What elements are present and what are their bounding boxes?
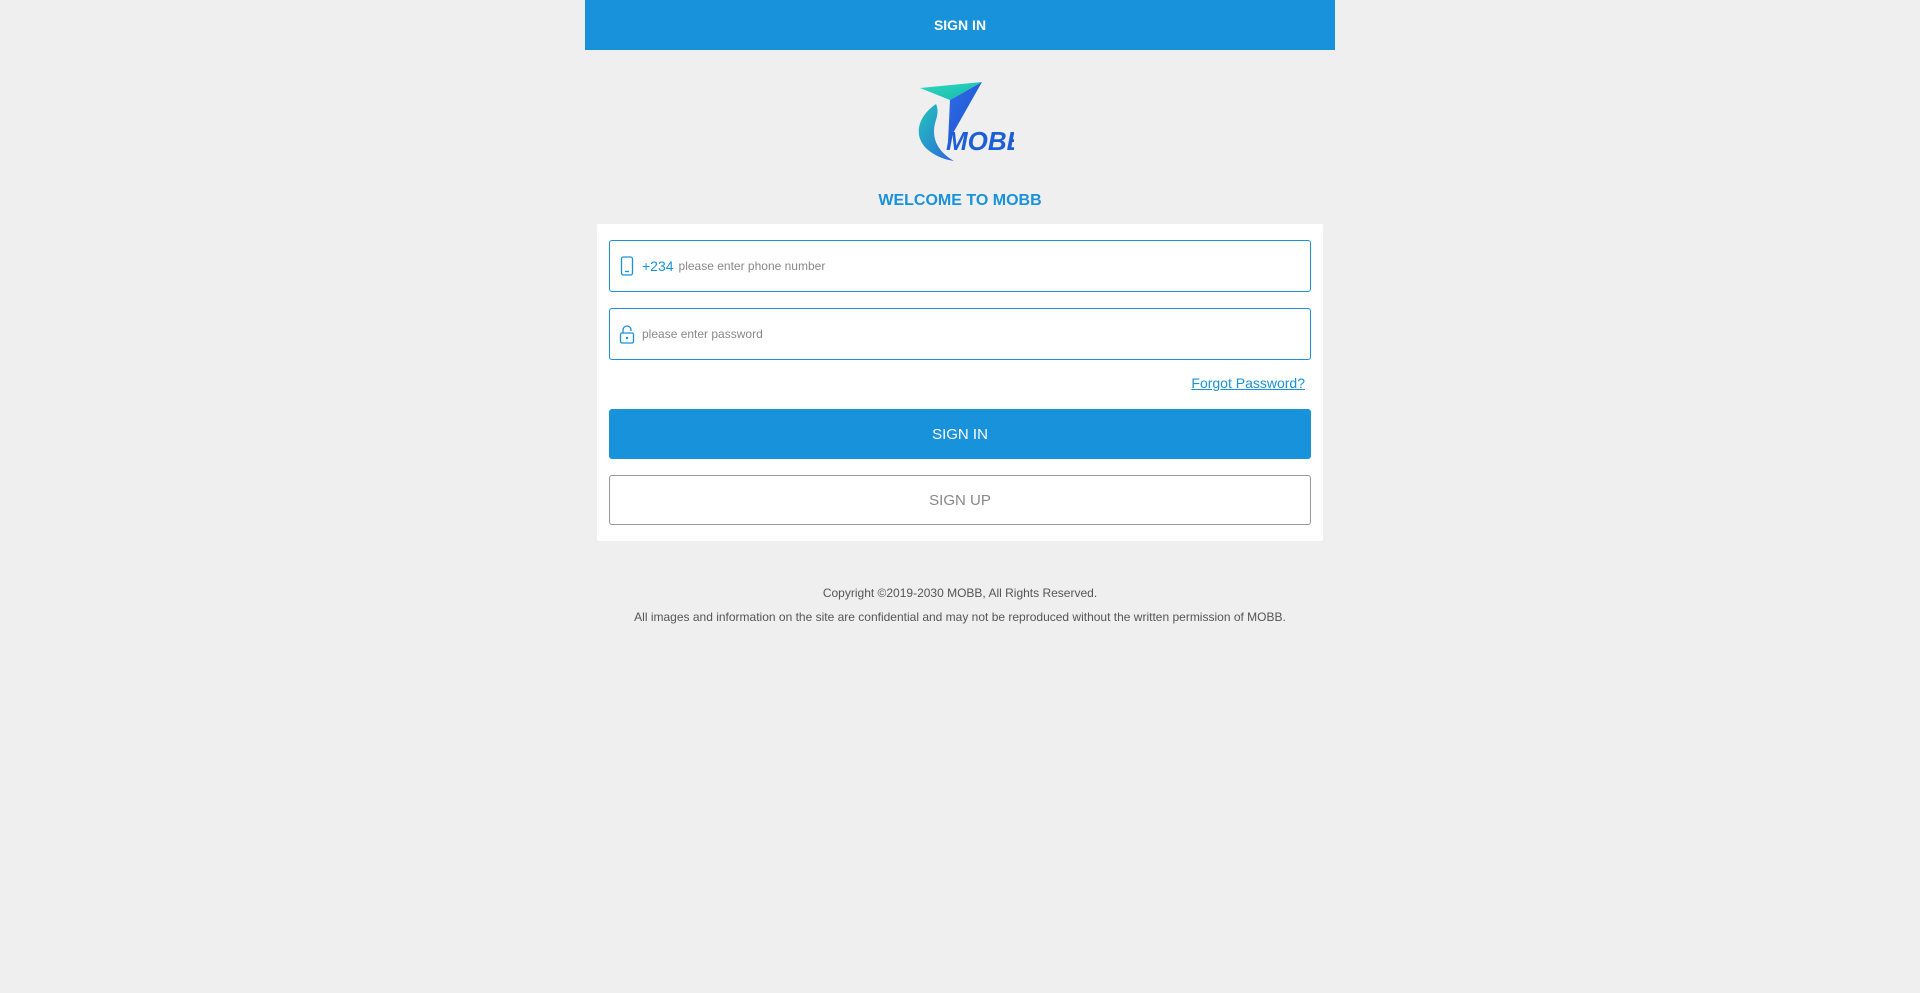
country-code: +234: [642, 258, 674, 274]
header-bar: SIGN IN: [585, 0, 1335, 50]
logo-text: MOBB: [946, 126, 1014, 156]
login-card: +234 Forgot Password? SIGN IN SIGN UP: [597, 224, 1323, 541]
password-input[interactable]: [642, 309, 1310, 359]
welcome-heading: WELCOME TO MOBB: [878, 192, 1042, 209]
login-page: SIGN IN MOBB WEL: [0, 0, 1920, 993]
password-field[interactable]: [609, 308, 1311, 360]
phone-input[interactable]: [678, 241, 1310, 291]
forgot-password-link[interactable]: Forgot Password?: [1191, 375, 1305, 391]
footer-notice: All images and information on the site a…: [634, 610, 1286, 624]
sign-in-button[interactable]: SIGN IN: [609, 409, 1311, 459]
footer-copyright: Copyright ©2019-2030 MOBB, All Rights Re…: [822, 586, 1098, 600]
paper-plane-logo-icon: MOBB: [918, 82, 1025, 161]
lock-icon: [619, 323, 635, 345]
header-title: SIGN IN: [933, 17, 987, 33]
sign-up-button[interactable]: SIGN UP: [609, 475, 1311, 525]
mobb-logo: MOBB: [908, 80, 1025, 164]
phone-field[interactable]: +234: [609, 240, 1311, 292]
mobile-phone-icon: [619, 255, 635, 277]
